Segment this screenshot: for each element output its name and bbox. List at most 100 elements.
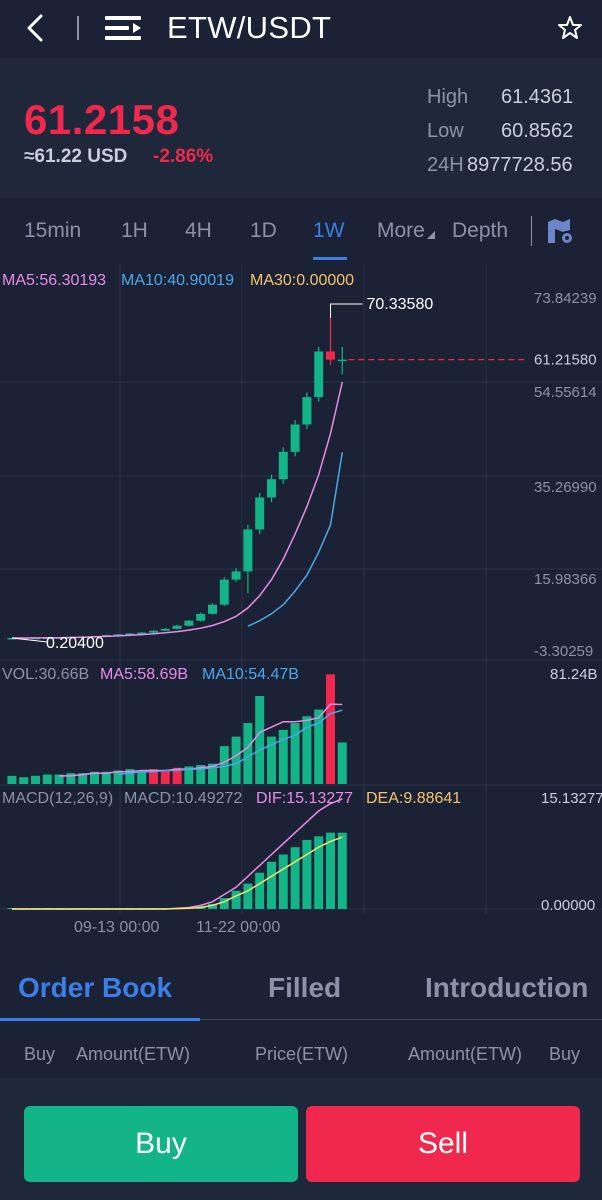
tab-depth[interactable]: Depth	[452, 219, 508, 243]
candle	[160, 628, 170, 631]
active-tab-indicator	[313, 257, 347, 260]
trade-actions: Buy Sell	[0, 1078, 602, 1200]
star-icon	[558, 16, 582, 39]
volume-bar	[31, 775, 40, 784]
chevron-left-icon	[27, 14, 43, 42]
candle	[267, 479, 276, 498]
macd-axis-max: 15.13277	[541, 790, 602, 807]
volume-bar	[231, 736, 241, 784]
high-value: 61.4361	[501, 86, 574, 108]
orderbook-header: Buy Amount(ETW) Price(ETW) Amount(ETW) B…	[0, 1022, 602, 1078]
price-change: -2.86%	[153, 146, 214, 167]
orderbook-tab-divider	[200, 1019, 602, 1020]
usd-equivalent: ≈61.22 USD	[24, 146, 128, 167]
macd-axis-min: 0.00000	[541, 897, 595, 914]
orderbook-tab-indicator	[0, 1018, 200, 1021]
low-label: Low	[427, 120, 464, 142]
ma10-line	[247, 452, 344, 627]
tabs-divider	[531, 216, 532, 246]
kline-chart-svg[interactable]: 73.84239 54.55614 35.26990 15.98366 -3.30259…	[0, 264, 602, 950]
candle	[172, 625, 182, 629]
tab-introduction[interactable]: Introduction	[425, 972, 588, 1004]
candle	[314, 351, 324, 398]
chart-settings-button[interactable]	[545, 216, 577, 246]
ma10-value: MA10:40.90019	[121, 272, 234, 289]
buy-button[interactable]: Buy	[24, 1106, 298, 1182]
col-buy-left: Buy	[24, 1044, 56, 1064]
ticker-panel: 61.2158 ≈61.22 USD -2.86% High 61.4361 L…	[0, 58, 602, 198]
top-bar: ETW/USDT	[0, 0, 602, 58]
candle	[326, 351, 335, 360]
high-label: High	[427, 86, 469, 108]
volume-bar	[160, 770, 170, 784]
last-price: 61.2158	[24, 96, 180, 143]
macd-bar	[243, 883, 253, 909]
macd-bar	[231, 890, 241, 909]
macd-bar	[290, 847, 300, 909]
pair-title: ETW/USDT	[167, 10, 332, 45]
low-value: 60.8562	[501, 120, 574, 142]
price-axis-label: 15.98366	[534, 571, 597, 588]
volume-24h-label: 24H	[427, 154, 464, 176]
kline-chart[interactable]: 73.84239 54.55614 35.26990 15.98366 -3.30259…	[0, 264, 602, 950]
candle	[231, 571, 241, 580]
volume-axis-max: 81.24B	[550, 666, 598, 683]
tab-15min[interactable]: 15min	[24, 219, 81, 243]
max-price-label: 70.33580	[367, 296, 434, 313]
volume-bar	[19, 777, 29, 784]
candle	[290, 424, 300, 452]
volume-bar	[243, 723, 253, 784]
volume-bar	[7, 775, 17, 784]
price-axis-label: 73.84239	[534, 290, 597, 307]
menu-icon	[105, 16, 141, 40]
tab-filled[interactable]: Filled	[268, 972, 341, 1004]
candle	[243, 529, 253, 572]
orderbook-tabs: Order Book Filled Introduction	[0, 950, 602, 1022]
candle	[255, 497, 265, 530]
candle	[278, 451, 288, 480]
candle	[196, 613, 206, 621]
candle	[302, 397, 312, 425]
candle	[337, 359, 347, 362]
volume-bar	[42, 774, 52, 784]
ma5-line	[11, 381, 344, 639]
min-price-label: 0.20400	[46, 635, 104, 652]
current-price-label: 61.21580	[534, 352, 597, 369]
tab-1h[interactable]: 1H	[121, 219, 148, 243]
pair-menu-button[interactable]	[103, 12, 145, 44]
timeframe-tabs: 15min 1H 4H 1D 1W More Depth	[0, 198, 602, 264]
macd-bar	[267, 861, 276, 909]
tab-4h[interactable]: 4H	[185, 219, 212, 243]
macd-bar	[255, 872, 265, 909]
candle	[149, 630, 158, 633]
favorite-button[interactable]	[556, 14, 584, 42]
candle	[184, 620, 194, 626]
ma30-value: MA30:0.00000	[250, 272, 354, 289]
volume-bar	[337, 742, 347, 784]
tab-order-book[interactable]: Order Book	[18, 972, 172, 1004]
tab-1d[interactable]: 1D	[250, 219, 277, 243]
candle	[219, 579, 229, 605]
col-amount-right: Amount(ETW)	[408, 1044, 523, 1064]
volume-ma5-value: MA5:58.69B	[100, 666, 188, 683]
ma5-value: MA5:56.30193	[2, 272, 106, 289]
col-price: Price(ETW)	[255, 1044, 348, 1064]
price-axis-label: 35.26990	[534, 479, 597, 496]
volume-label: VOL:30.66B	[2, 666, 89, 683]
macd-bar	[302, 839, 312, 909]
header-divider	[77, 16, 79, 40]
volume-bar	[326, 674, 335, 784]
col-buy-right: Buy	[549, 1044, 581, 1064]
tab-1w[interactable]: 1W	[313, 219, 345, 243]
caret-down-icon	[426, 231, 435, 239]
macd-bar	[278, 854, 288, 909]
tab-more-label: More	[377, 219, 425, 242]
macd-bar	[326, 832, 335, 909]
dif-value: DIF:15.13277	[256, 790, 353, 807]
tab-more[interactable]: More	[377, 219, 435, 243]
sell-button[interactable]: Sell	[306, 1106, 580, 1182]
volume-bar	[255, 695, 265, 784]
price-axis-label: -3.30259	[534, 643, 593, 660]
date-label: 09-13 00:00	[74, 919, 160, 936]
back-button[interactable]	[22, 12, 52, 44]
